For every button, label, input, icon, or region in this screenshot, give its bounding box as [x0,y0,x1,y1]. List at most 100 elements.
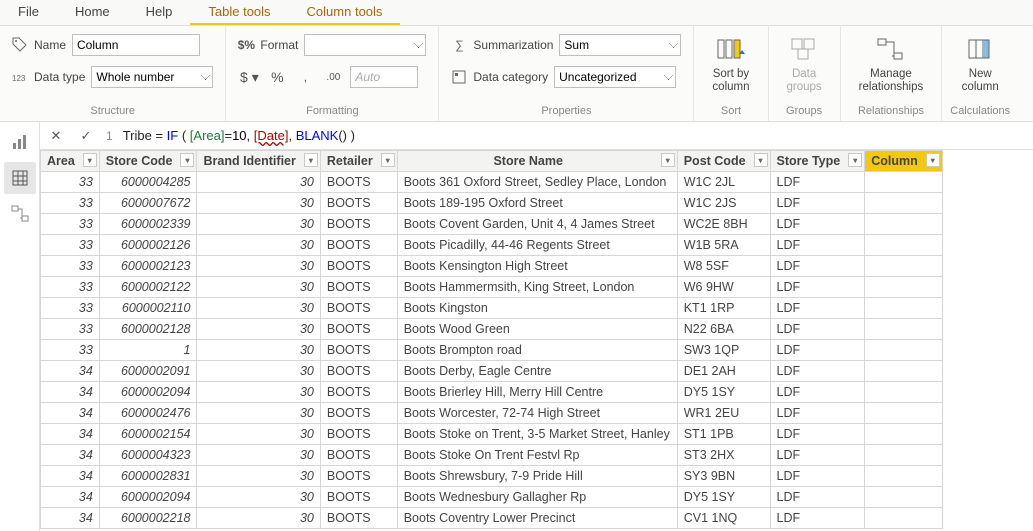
cell[interactable]: 33 [41,256,100,277]
cell[interactable] [865,340,943,361]
cell[interactable]: Boots 361 Oxford Street, Sedley Place, L… [397,172,677,193]
cell[interactable]: 30 [197,256,320,277]
cell[interactable] [865,172,943,193]
thousands-button[interactable]: , [294,66,316,88]
cell[interactable]: LDF [770,382,865,403]
cell[interactable]: 6000002218 [99,508,197,529]
column-header[interactable]: Store Code▾ [99,151,197,172]
cell[interactable]: BOOTS [320,256,397,277]
cell[interactable]: DY5 1SY [677,382,770,403]
summarization-select[interactable]: Sum [559,34,681,56]
menu-home[interactable]: Home [57,0,128,25]
menu-table-tools[interactable]: Table tools [190,0,288,25]
column-filter-button[interactable]: ▾ [848,153,862,167]
cell[interactable] [865,214,943,235]
menu-column-tools[interactable]: Column tools [289,0,401,25]
cell[interactable]: 6000002154 [99,424,197,445]
cell[interactable]: BOOTS [320,466,397,487]
column-filter-button[interactable]: ▾ [381,153,395,167]
column-header[interactable]: Column▾ [865,151,943,172]
cell[interactable]: LDF [770,214,865,235]
datatype-select[interactable]: Whole number [91,66,213,88]
column-filter-button[interactable]: ▾ [304,153,318,167]
table-row[interactable]: 34600000209430BOOTSBoots Wednesbury Gall… [41,487,943,508]
cell[interactable]: BOOTS [320,508,397,529]
cell[interactable]: WR1 2EU [677,403,770,424]
cell[interactable]: BOOTS [320,361,397,382]
menu-help[interactable]: Help [128,0,191,25]
cell[interactable]: Boots Brierley Hill, Merry Hill Centre [397,382,677,403]
cell[interactable]: 6000002128 [99,319,197,340]
cell[interactable] [865,466,943,487]
commit-formula-button[interactable]: ✓ [76,126,96,146]
cell[interactable]: 1 [99,340,197,361]
cell[interactable]: ST1 1PB [677,424,770,445]
cell[interactable] [865,319,943,340]
cell[interactable]: LDF [770,424,865,445]
table-row[interactable]: 33600000211030BOOTSBoots KingstonKT1 1RP… [41,298,943,319]
cell[interactable]: BOOTS [320,193,397,214]
cell[interactable]: 30 [197,235,320,256]
column-filter-button[interactable]: ▾ [83,153,97,167]
cell[interactable]: LDF [770,466,865,487]
cell[interactable]: 30 [197,361,320,382]
decimal-places-field[interactable] [350,66,418,88]
cell[interactable]: Boots Kensington High Street [397,256,677,277]
cell[interactable]: Boots Derby, Eagle Centre [397,361,677,382]
column-filter-button[interactable]: ▾ [926,153,940,167]
cell[interactable]: BOOTS [320,172,397,193]
cell[interactable]: 30 [197,466,320,487]
cell[interactable]: 6000002476 [99,403,197,424]
cell[interactable]: Boots Wednesbury Gallagher Rp [397,487,677,508]
cell[interactable]: Boots Kingston [397,298,677,319]
table-row[interactable]: 34600000209430BOOTSBoots Brierley Hill, … [41,382,943,403]
name-field[interactable] [72,34,200,56]
table-row[interactable]: 33600000212830BOOTSBoots Wood GreenN22 6… [41,319,943,340]
cell[interactable]: 30 [197,277,320,298]
cell[interactable]: LDF [770,172,865,193]
cell[interactable]: LDF [770,361,865,382]
new-column-button[interactable]: New column [950,30,1010,98]
column-filter-button[interactable]: ▾ [661,153,675,167]
cell[interactable]: DY5 1SY [677,487,770,508]
cell[interactable]: BOOTS [320,298,397,319]
table-row[interactable]: 33600000428530BOOTSBoots 361 Oxford Stre… [41,172,943,193]
cell[interactable]: BOOTS [320,214,397,235]
cell[interactable]: BOOTS [320,277,397,298]
menu-file[interactable]: File [0,0,57,25]
data-view-button[interactable] [4,162,36,194]
cell[interactable] [865,298,943,319]
cell[interactable]: SY3 9BN [677,466,770,487]
cell[interactable]: Boots Covent Garden, Unit 4, 4 James Str… [397,214,677,235]
cell[interactable]: 34 [41,508,100,529]
cell[interactable]: Boots 189-195 Oxford Street [397,193,677,214]
cell[interactable]: 33 [41,235,100,256]
cell[interactable] [865,235,943,256]
column-header[interactable]: Area▾ [41,151,100,172]
cell[interactable] [865,424,943,445]
cell[interactable]: 6000004285 [99,172,197,193]
cell[interactable]: 34 [41,382,100,403]
cell[interactable]: BOOTS [320,340,397,361]
table-row[interactable]: 34600000215430BOOTSBoots Stoke on Trent,… [41,424,943,445]
cell[interactable] [865,361,943,382]
cell[interactable]: Boots Stoke on Trent, 3-5 Market Street,… [397,424,677,445]
cell[interactable]: W1B 5RA [677,235,770,256]
cell[interactable] [865,403,943,424]
cell[interactable]: BOOTS [320,445,397,466]
column-header[interactable]: Brand Identifier▾ [197,151,320,172]
table-row[interactable]: 34600000247630BOOTSBoots Worcester, 72-7… [41,403,943,424]
datacategory-select[interactable]: Uncategorized [554,66,676,88]
data-grid[interactable]: Area▾Store Code▾Brand Identifier▾Retaile… [40,150,1033,531]
cell[interactable]: 34 [41,403,100,424]
cell[interactable]: BOOTS [320,424,397,445]
cell[interactable]: DE1 2AH [677,361,770,382]
cell[interactable]: 30 [197,445,320,466]
cell[interactable]: BOOTS [320,487,397,508]
cell[interactable]: LDF [770,235,865,256]
table-row[interactable]: 34600000432330BOOTSBoots Stoke On Trent … [41,445,943,466]
cell[interactable] [865,193,943,214]
cell[interactable]: W6 9HW [677,277,770,298]
cell[interactable]: N22 6BA [677,319,770,340]
cell[interactable]: Boots Stoke On Trent Festvl Rp [397,445,677,466]
